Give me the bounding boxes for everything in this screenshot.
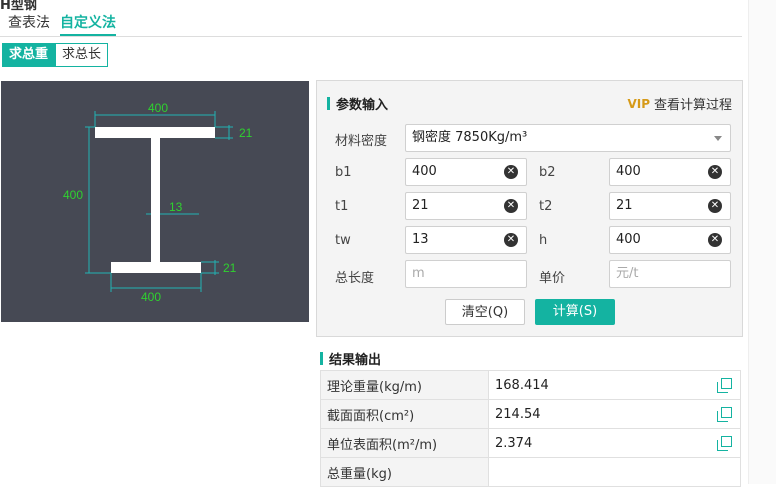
scrollbar[interactable] — [748, 0, 776, 484]
clear-tw-icon[interactable]: ✕ — [504, 233, 518, 247]
b2-input-value: 400 — [616, 164, 641, 179]
parameter-title-text: 参数输入 — [336, 98, 389, 113]
tw-label: tw — [335, 233, 351, 248]
total-length-input[interactable]: m — [405, 260, 527, 288]
tw-input-value: 13 — [412, 232, 429, 247]
result-key: 总重量(kg) — [320, 457, 489, 487]
clear-button[interactable]: 清空(Q) — [445, 299, 525, 325]
parameter-panel-title: 参数输入 — [327, 94, 388, 113]
calculate-button[interactable]: 计算(S) — [535, 299, 615, 325]
tw-input[interactable]: 13 ✕ — [405, 226, 527, 254]
t1-label: t1 — [335, 199, 349, 214]
b1-input[interactable]: 400 ✕ — [405, 158, 527, 186]
results-accent-bar — [320, 352, 323, 365]
result-value — [488, 457, 741, 487]
table-row: 截面面积(cm²) 214.54 — [320, 399, 741, 429]
unit-price-input[interactable]: 元/t — [609, 260, 731, 288]
density-select[interactable]: 钢密度 7850Kg/m³ — [405, 124, 731, 152]
t2-input[interactable]: 21 ✕ — [609, 192, 731, 220]
result-key: 截面面积(cm²) — [320, 399, 489, 429]
t1-input[interactable]: 21 ✕ — [405, 192, 527, 220]
dim-b2-label: 400 — [141, 290, 161, 304]
clear-t1-icon[interactable]: ✕ — [504, 199, 518, 213]
b2-label: b2 — [539, 165, 556, 180]
result-value-text: 168.414 — [495, 377, 549, 393]
unit-price-label: 单价 — [539, 271, 566, 286]
h-input[interactable]: 400 ✕ — [609, 226, 731, 254]
title-accent-bar — [327, 97, 330, 110]
results-table: 理论重量(kg/m) 168.414 截面面积(cm²) 214.54 单位表面… — [320, 370, 741, 487]
table-row: 理论重量(kg/m) 168.414 — [320, 370, 741, 400]
h-label: h — [539, 233, 548, 248]
result-value: 168.414 — [488, 370, 741, 400]
b2-input[interactable]: 400 ✕ — [609, 158, 731, 186]
result-value: 2.374 — [488, 428, 741, 458]
clear-h-icon[interactable]: ✕ — [708, 233, 722, 247]
h-beam-diagram: 400 21 400 13 21 400 — [1, 81, 309, 322]
dim-tw-label: 13 — [169, 200, 183, 214]
t2-input-value: 21 — [616, 198, 633, 213]
copy-icon[interactable] — [717, 378, 732, 393]
dim-h-label: 400 — [63, 188, 83, 202]
h-beam-svg: 400 21 400 13 21 400 — [63, 101, 253, 304]
dim-t2-label: 21 — [223, 261, 237, 275]
mode-switch: 求总重 求总长 — [2, 43, 109, 67]
density-select-value: 钢密度 7850Kg/m³ — [412, 130, 528, 145]
clear-t2-icon[interactable]: ✕ — [708, 199, 722, 213]
total-length-placeholder: m — [412, 266, 425, 281]
view-calc-process-text: 查看计算过程 — [653, 98, 732, 113]
dim-b1-label: 400 — [148, 101, 168, 115]
h-input-value: 400 — [616, 232, 641, 247]
method-tabs: 查表法 自定义法 — [8, 10, 116, 36]
mode-total-weight-button[interactable]: 求总重 — [2, 43, 56, 67]
t1-input-value: 21 — [412, 198, 429, 213]
result-key: 单位表面积(m²/m) — [320, 428, 489, 458]
t2-label: t2 — [539, 199, 553, 214]
chevron-down-icon — [714, 136, 722, 141]
tab-lookup[interactable]: 查表法 — [8, 10, 50, 36]
result-key: 理论重量(kg/m) — [320, 370, 489, 400]
result-value-text: 214.54 — [495, 406, 541, 422]
b1-input-value: 400 — [412, 164, 437, 179]
bottom-flange — [111, 262, 201, 273]
vip-icon: VIP — [627, 96, 650, 111]
total-length-label: 总长度 — [335, 271, 375, 286]
parameter-panel: 参数输入 VIP 查看计算过程 材料密度 钢密度 7850Kg/m³ b1 40… — [316, 80, 743, 337]
clear-b2-icon[interactable]: ✕ — [708, 165, 722, 179]
copy-icon[interactable] — [717, 436, 732, 451]
result-value: 214.54 — [488, 399, 741, 429]
results-title-text: 结果输出 — [329, 353, 382, 368]
clear-b1-icon[interactable]: ✕ — [504, 165, 518, 179]
tab-custom[interactable]: 自定义法 — [60, 10, 116, 36]
web — [151, 138, 160, 262]
copy-icon[interactable] — [717, 407, 732, 422]
b1-label: b1 — [335, 165, 352, 180]
top-flange — [95, 127, 215, 138]
density-label: 材料密度 — [335, 134, 388, 149]
unit-price-placeholder: 元/t — [616, 266, 639, 281]
tab-divider — [0, 36, 742, 37]
dim-t1-label: 21 — [239, 126, 253, 140]
table-row: 单位表面积(m²/m) 2.374 — [320, 428, 741, 458]
result-value-text: 2.374 — [495, 435, 533, 451]
results-title: 结果输出 — [320, 349, 381, 368]
table-row: 总重量(kg) — [320, 457, 741, 487]
view-calc-process-link[interactable]: VIP 查看计算过程 — [627, 94, 732, 114]
mode-total-length-button[interactable]: 求总长 — [55, 43, 109, 67]
